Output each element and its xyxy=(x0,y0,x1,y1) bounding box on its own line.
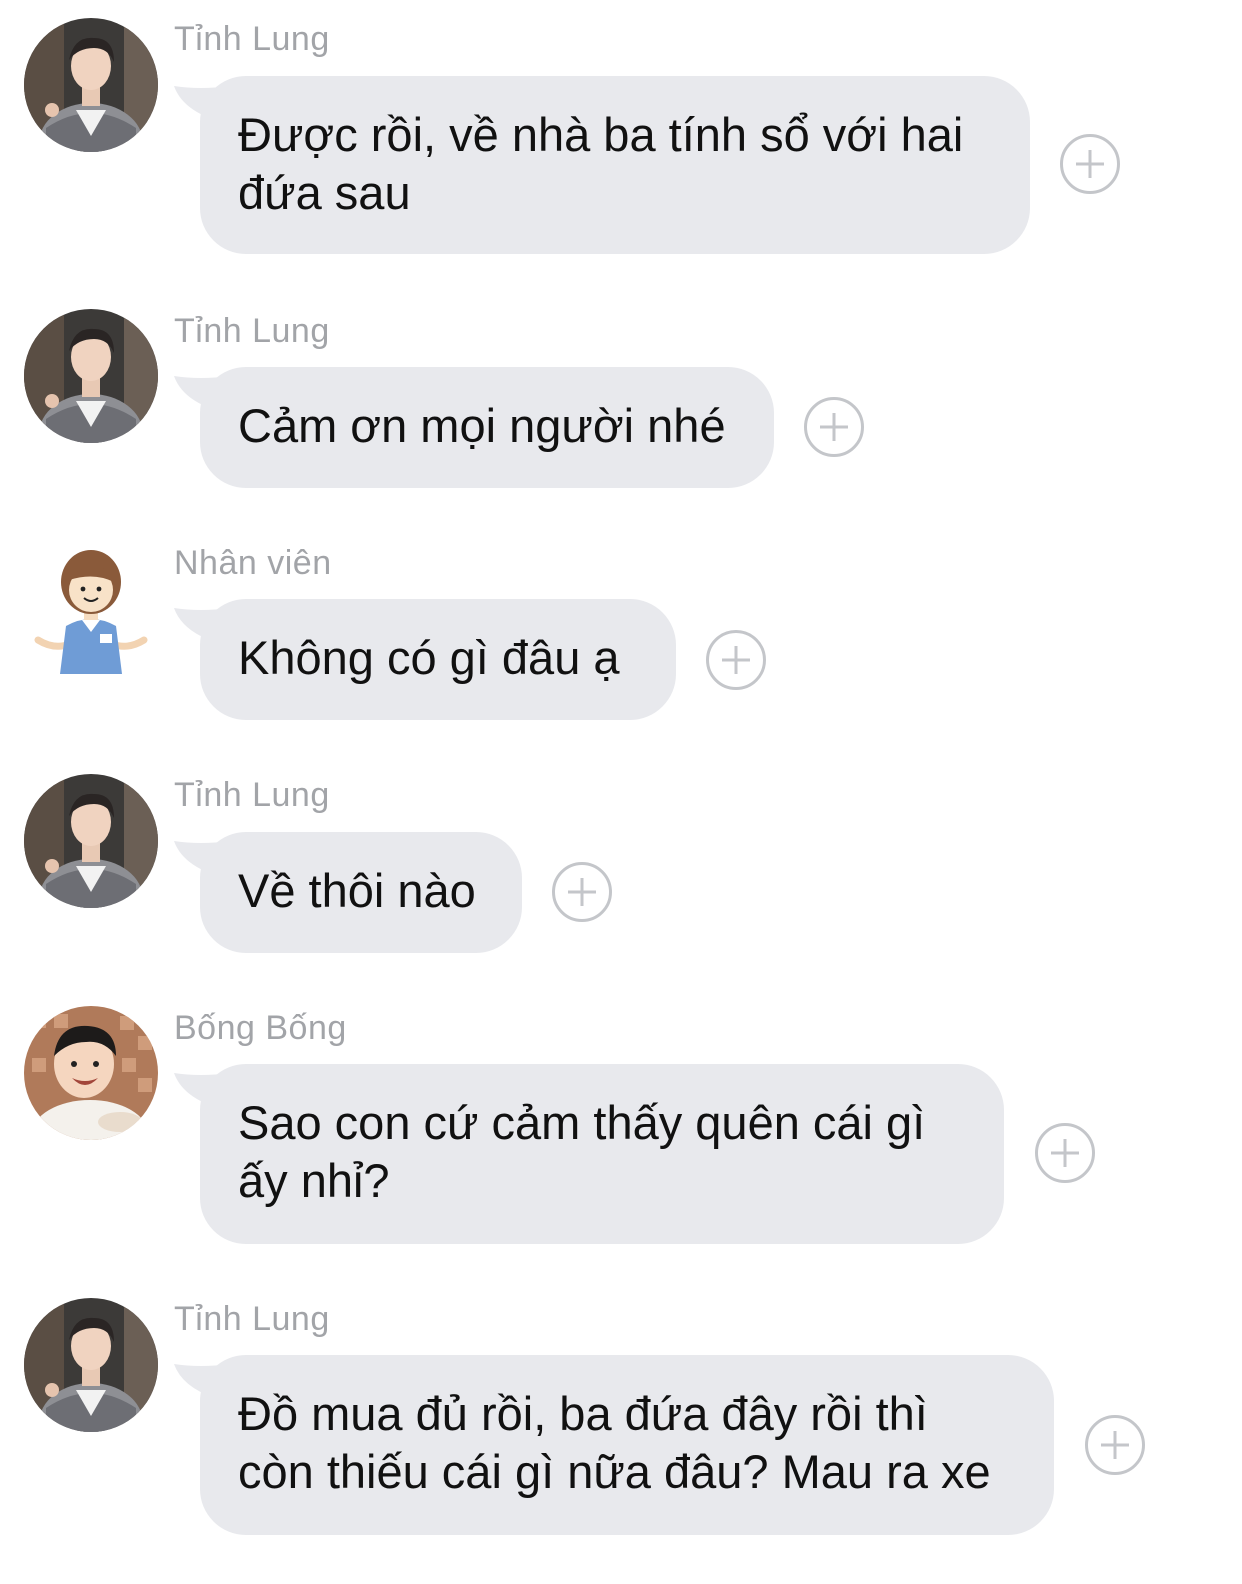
sender-name: Tỉnh Lung xyxy=(174,1300,330,1338)
avatar-tinh-lung[interactable] xyxy=(24,18,158,152)
avatar-tinh-lung[interactable] xyxy=(24,1298,158,1432)
plus-circle-icon[interactable] xyxy=(1060,134,1120,194)
sender-name: Tỉnh Lung xyxy=(174,776,330,814)
avatar-bong-bong[interactable] xyxy=(24,1006,158,1140)
plus-circle-icon[interactable] xyxy=(1085,1415,1145,1475)
message-bubble[interactable]: Đồ mua đủ rồi, ba đứa đây rồi thì còn th… xyxy=(200,1355,1054,1535)
message-bubble[interactable]: Sao con cứ cảm thấy quên cái gì ấy nhỉ? xyxy=(200,1064,1004,1244)
sender-name: Tỉnh Lung xyxy=(174,20,330,58)
plus-circle-icon[interactable] xyxy=(804,397,864,457)
plus-circle-icon[interactable] xyxy=(552,862,612,922)
message-bubble[interactable]: Cảm ơn mọi người nhé xyxy=(200,367,774,488)
sender-name: Bống Bống xyxy=(174,1009,347,1047)
avatar-staff[interactable] xyxy=(24,542,158,676)
message-bubble[interactable]: Không có gì đâu ạ xyxy=(200,599,676,720)
sender-name: Nhân viên xyxy=(174,544,332,582)
avatar-tinh-lung[interactable] xyxy=(24,309,158,443)
plus-circle-icon[interactable] xyxy=(706,630,766,690)
message-bubble[interactable]: Được rồi, về nhà ba tính sổ với hai đứa … xyxy=(200,76,1030,254)
message-bubble[interactable]: Về thôi nào xyxy=(200,832,522,953)
avatar-tinh-lung[interactable] xyxy=(24,774,158,908)
sender-name: Tỉnh Lung xyxy=(174,312,330,350)
plus-circle-icon[interactable] xyxy=(1035,1123,1095,1183)
